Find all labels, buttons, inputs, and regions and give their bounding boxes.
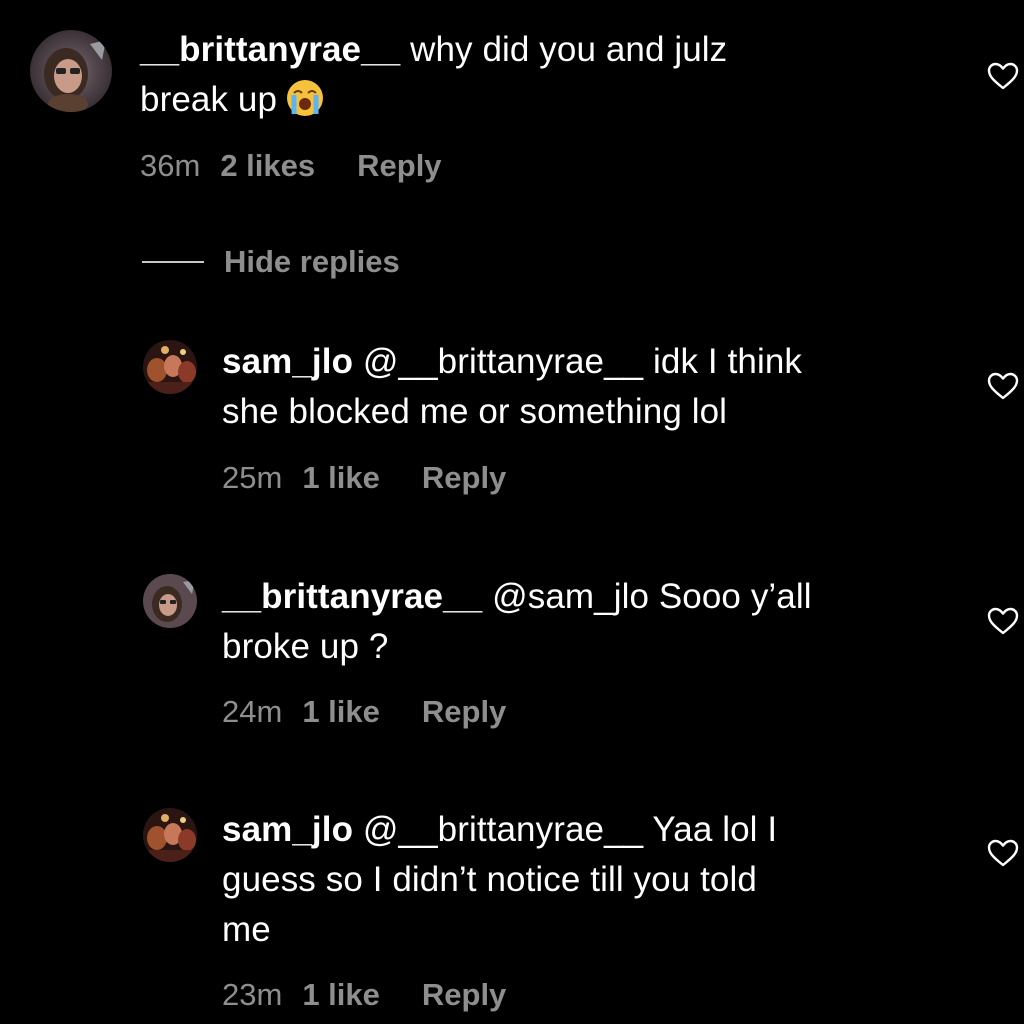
heart-outline-icon[interactable]	[987, 607, 1019, 635]
comment-username[interactable]: sam_jlo	[222, 810, 353, 849]
comment-text: sam_jlo @__brittanyrae__ Yaa lol I guess…	[222, 805, 972, 955]
avatar[interactable]	[143, 808, 197, 862]
comment-likes[interactable]: 1 like	[302, 694, 380, 729]
reply-button[interactable]: Reply	[422, 694, 506, 729]
comment-username[interactable]: sam_jlo	[222, 342, 353, 381]
mention-link[interactable]: @__brittanyrae__	[353, 810, 643, 849]
comment-timestamp: 25m	[222, 460, 283, 495]
reply-button[interactable]: Reply	[422, 977, 506, 1012]
avatar[interactable]	[30, 30, 112, 112]
comment-meta: 24m 1 like Reply	[222, 694, 506, 730]
loudly-crying-face-emoji	[285, 78, 325, 118]
comment-timestamp: 23m	[222, 977, 283, 1012]
reply-button[interactable]: Reply	[357, 148, 441, 183]
heart-outline-icon[interactable]	[987, 839, 1019, 867]
comment-body-line2: guess so I didn’t notice till you told	[222, 860, 757, 899]
mention-link[interactable]: @__brittanyrae__	[353, 342, 643, 381]
divider	[142, 261, 204, 263]
comment-meta: 23m 1 like Reply	[222, 977, 506, 1013]
heart-outline-icon[interactable]	[987, 62, 1019, 90]
comment-body: why did you and julz	[400, 30, 728, 69]
avatar[interactable]	[143, 574, 197, 628]
comment-body: Sooo y’all	[649, 577, 812, 616]
comment-timestamp: 24m	[222, 694, 283, 729]
profile-photo-sam-jlo	[143, 808, 197, 862]
comment-body-line3: me	[222, 910, 271, 949]
comment-body-line2: broke up ?	[222, 627, 389, 666]
avatar[interactable]	[143, 340, 197, 394]
comment-likes[interactable]: 2 likes	[220, 148, 315, 183]
comment-body-line2: she blocked me or something lol	[222, 392, 728, 431]
profile-photo-brittanyrae	[143, 574, 197, 628]
comment-likes[interactable]: 1 like	[302, 977, 380, 1012]
comment-body: Yaa lol I	[643, 810, 778, 849]
comment-body: idk I think	[643, 342, 803, 381]
comment-body-line2: break up	[140, 80, 278, 119]
heart-outline-icon[interactable]	[987, 372, 1019, 400]
comment-text: sam_jlo @__brittanyrae__ idk I think she…	[222, 337, 972, 437]
profile-photo-brittanyrae	[30, 30, 112, 112]
hide-replies-button[interactable]: Hide replies	[142, 244, 400, 280]
comment-timestamp: 36m	[140, 148, 201, 183]
comment-username[interactable]: __brittanyrae__	[140, 30, 400, 69]
reply-button[interactable]: Reply	[422, 460, 506, 495]
comment-username[interactable]: __brittanyrae__	[222, 577, 482, 616]
profile-photo-sam-jlo	[143, 340, 197, 394]
comment-meta: 25m 1 like Reply	[222, 460, 506, 496]
mention-link[interactable]: @sam_jlo	[482, 577, 649, 616]
comment-text: __brittanyrae__ why did you and julz bre…	[140, 25, 940, 125]
hide-replies-label: Hide replies	[224, 244, 400, 279]
comment-likes[interactable]: 1 like	[302, 460, 380, 495]
comment-meta: 36m 2 likes Reply	[140, 148, 442, 184]
comment-text: __brittanyrae__ @sam_jlo Sooo y’all brok…	[222, 572, 972, 672]
